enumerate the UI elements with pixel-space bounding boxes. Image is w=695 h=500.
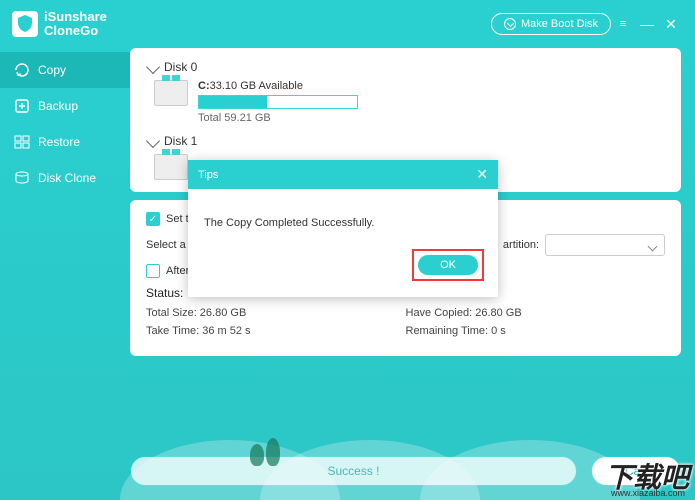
ok-highlight: OK — [412, 249, 484, 281]
partition-label: artition: — [503, 239, 539, 251]
make-boot-disk-button[interactable]: Make Boot Disk — [491, 13, 611, 35]
sidebar-label: Copy — [38, 63, 66, 77]
after-label: After — [166, 265, 189, 277]
modal-close-icon[interactable]: ✕ — [476, 166, 488, 183]
watermark-url: www.xiazaiba.com — [611, 488, 685, 498]
chevron-down-icon — [146, 134, 160, 148]
brand-line2: CloneGo — [44, 24, 107, 38]
settings-button[interactable]: ≡ — [611, 18, 635, 30]
sidebar-label: Disk Clone — [38, 171, 96, 185]
titlebar: iSunshare CloneGo Make Boot Disk ≡ — ✕ — [0, 0, 695, 48]
drive-title: C:33.10 GB Available — [198, 80, 665, 92]
footer: Success ! Can — [130, 456, 681, 486]
boot-disk-icon — [504, 18, 516, 30]
backup-icon — [14, 98, 30, 114]
set-label: Set t — [166, 213, 189, 225]
status-total-size: Total Size: 26.80 GB — [146, 304, 406, 322]
checkbox-empty-icon — [146, 264, 160, 278]
sidebar-label: Backup — [38, 99, 78, 113]
drive-avail: 33.10 GB Available — [210, 80, 303, 92]
brand-line1: iSunshare — [44, 10, 107, 24]
partition-select[interactable] — [545, 234, 665, 256]
sidebar-item-copy[interactable]: Copy — [0, 52, 130, 88]
drive-icon — [154, 80, 188, 106]
sidebar-item-backup[interactable]: Backup — [0, 88, 130, 124]
disk-clone-icon — [14, 170, 30, 186]
tips-modal: Tips ✕ The Copy Completed Successfully. … — [188, 160, 498, 297]
success-label: Success ! — [327, 464, 379, 478]
select-label: Select a — [146, 239, 186, 251]
modal-header: Tips ✕ — [188, 160, 498, 189]
copy-icon — [14, 62, 30, 78]
ok-label: OK — [440, 259, 456, 271]
drive-total: Total 59.21 GB — [198, 112, 665, 124]
sidebar-item-restore[interactable]: Restore — [0, 124, 130, 160]
minimize-button[interactable]: — — [635, 16, 659, 32]
usage-bar-fill — [199, 96, 267, 108]
status-have-copied: Have Copied: 26.80 GB — [406, 304, 666, 322]
usage-bar — [198, 95, 358, 109]
disk1-title: Disk 1 — [164, 134, 197, 148]
make-boot-label: Make Boot Disk — [521, 18, 598, 30]
restore-icon — [14, 134, 30, 150]
close-button[interactable]: ✕ — [659, 16, 683, 33]
sidebar-item-disk-clone[interactable]: Disk Clone — [0, 160, 130, 196]
disk1-header[interactable]: Disk 1 — [146, 134, 665, 148]
app-brand: iSunshare CloneGo — [44, 10, 107, 38]
sidebar-label: Restore — [38, 135, 80, 149]
ok-button[interactable]: OK — [418, 255, 478, 275]
sidebar: Copy Backup Restore Disk Clone — [0, 48, 130, 500]
status-take-time: Take Time: 36 m 52 s — [146, 322, 406, 340]
chevron-down-icon — [146, 60, 160, 74]
modal-message: The Copy Completed Successfully. — [188, 189, 498, 239]
drive-letter: C: — [198, 80, 210, 92]
disk0-header[interactable]: Disk 0 — [146, 60, 665, 74]
checkbox-checked-icon: ✓ — [146, 212, 160, 226]
drive-icon — [154, 154, 188, 180]
drive-row: C:33.10 GB Available Total 59.21 GB — [146, 80, 665, 124]
app-logo — [12, 11, 38, 37]
disk0-title: Disk 0 — [164, 60, 197, 74]
status-remaining: Remaining Time: 0 s — [406, 322, 666, 340]
modal-title: Tips — [198, 169, 218, 181]
success-button[interactable]: Success ! — [130, 456, 577, 486]
